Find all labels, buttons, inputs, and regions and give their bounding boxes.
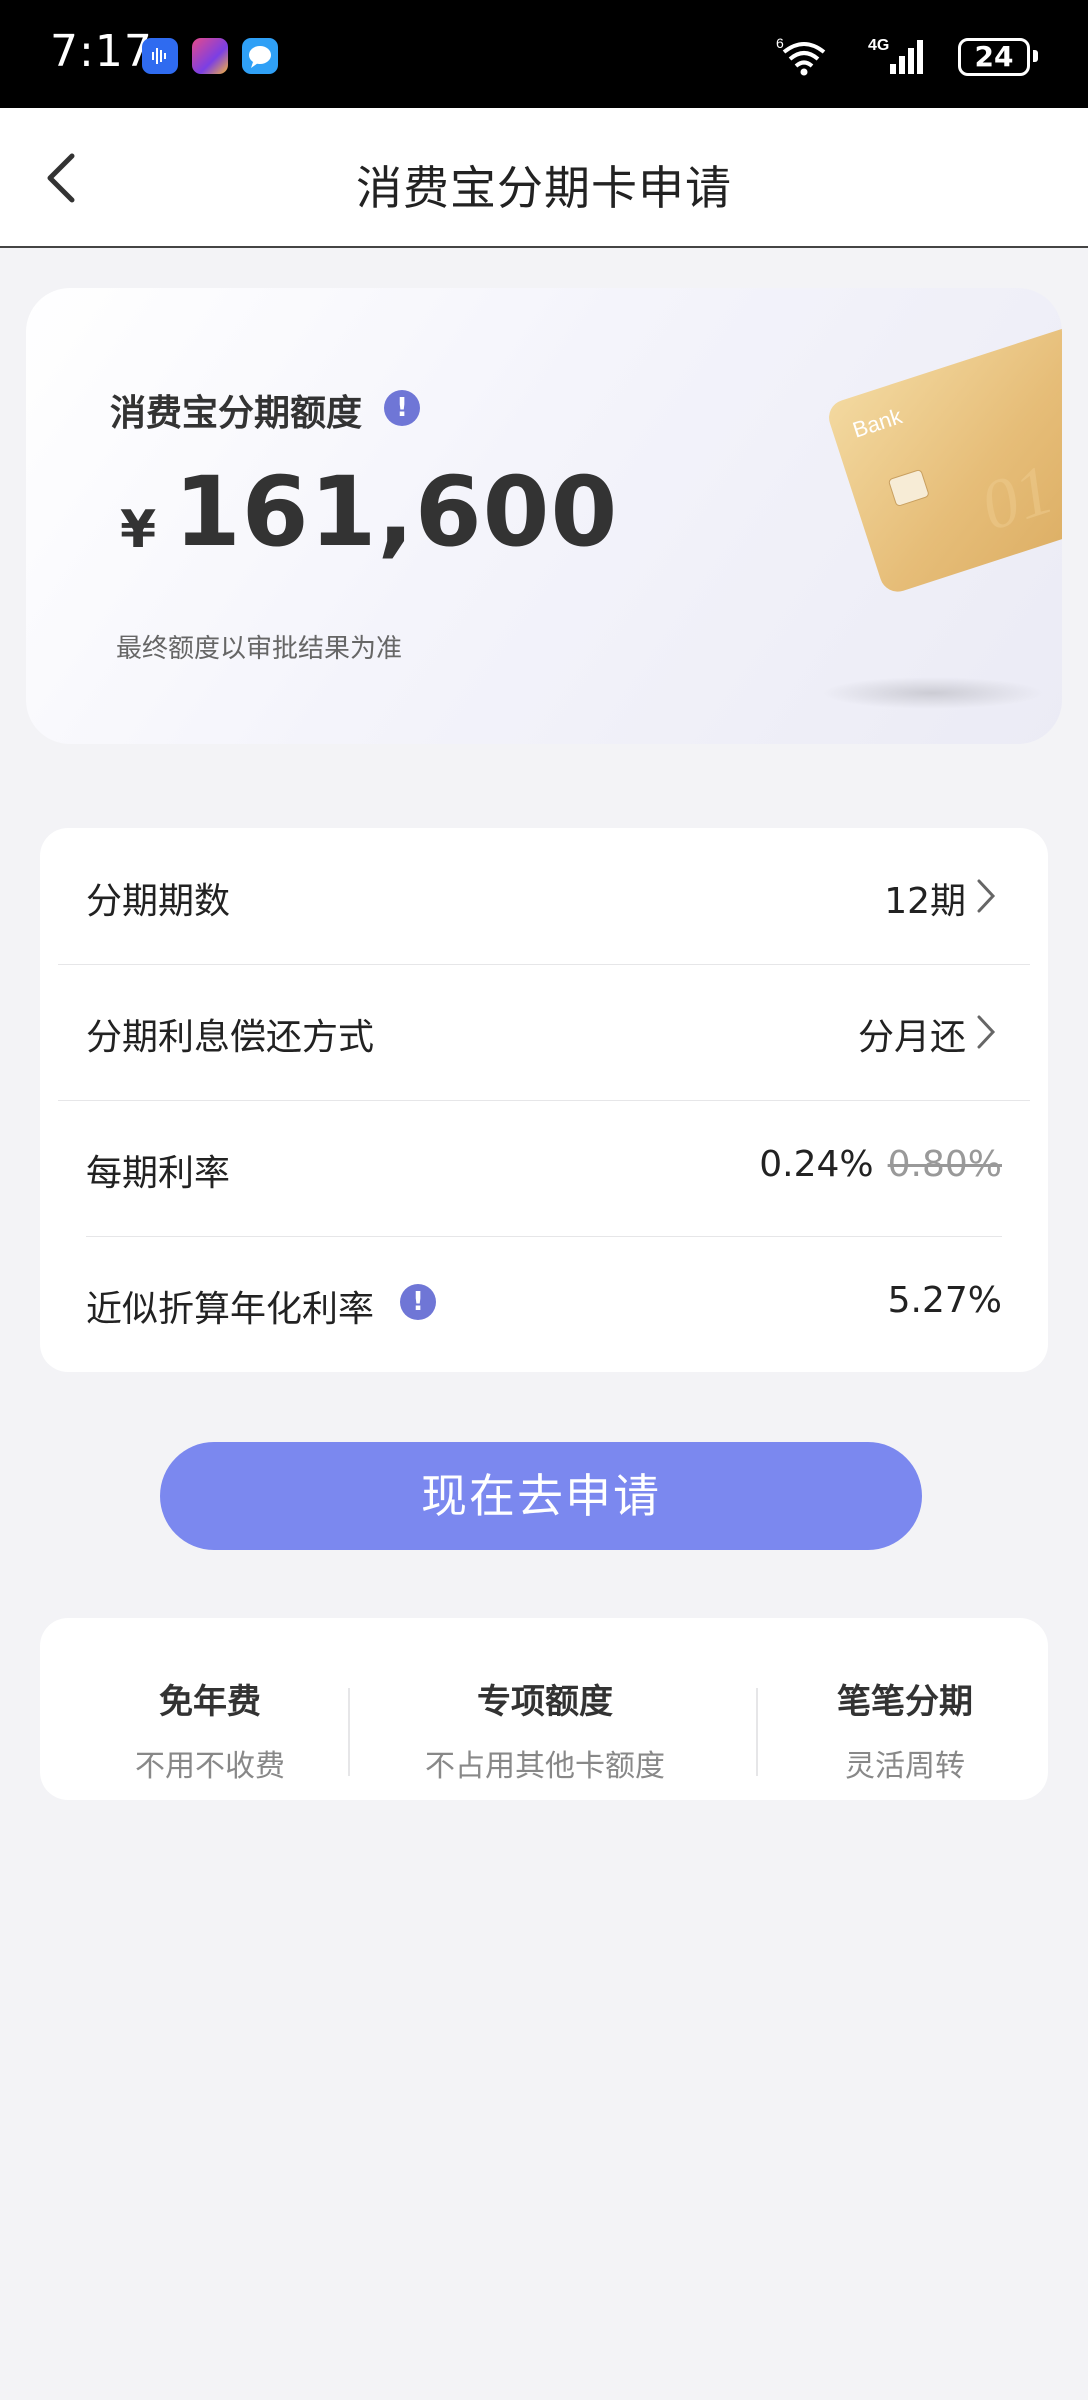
chevron-right-icon (977, 1015, 996, 1049)
info-icon[interactable]: ! (384, 390, 420, 426)
status-bar: 7:17 6 4G 24 (0, 0, 1088, 108)
benefit-item: 专项额度 不占用其他卡额度 (380, 1674, 710, 1785)
credit-card-image: Bank 01 (822, 318, 1062, 709)
row-value: 5.27% (887, 1280, 1002, 1321)
row-label: 近似折算年化利率 (86, 1289, 375, 1330)
status-icons: 6 4G 24 (738, 34, 1038, 78)
nav-bar: 消费宝分期卡申请 (0, 108, 1088, 248)
row-value: 0.24% 0.80% (759, 1144, 1002, 1185)
row-rate-per-period: 每期利率 0.24% 0.80% (40, 1100, 1048, 1236)
message-app-icon (242, 38, 278, 74)
benefits-card: 免年费 不用不收费 专项额度 不占用其他卡额度 笔笔分期 灵活周转 (40, 1618, 1048, 1800)
wifi-superscript: 6 (776, 35, 784, 51)
benefit-title: 免年费 (159, 1682, 261, 1722)
voice-assistant-icon (142, 38, 178, 74)
row-value: 分月还 (857, 1017, 966, 1058)
currency-symbol: ¥ (120, 500, 157, 560)
status-time: 7:17 (50, 26, 153, 77)
benefit-subtitle: 不用不收费 (135, 1749, 285, 1784)
row-label: 分期利息偿还方式 (86, 1017, 375, 1058)
chevron-right-icon (977, 879, 996, 913)
credit-limit-card: 消费宝分期额度 ! ¥ 161,600 最终额度以审批结果为准 Bank 01 (26, 288, 1062, 744)
benefit-item: 笔笔分期 灵活周转 (770, 1674, 1040, 1785)
battery-tip (1033, 50, 1038, 62)
page-title: 消费宝分期卡申请 (356, 161, 732, 215)
signal-icon: 4G (868, 37, 923, 74)
benefit-subtitle: 灵活周转 (845, 1749, 965, 1784)
benefit-subtitle: 不占用其他卡额度 (425, 1749, 665, 1784)
original-rate: 0.80% (887, 1144, 1002, 1185)
row-label: 分期期数 (86, 881, 231, 922)
benefit-title: 笔笔分期 (837, 1682, 973, 1722)
row-installment-count[interactable]: 分期期数 12期 (40, 828, 1048, 964)
row-label: 每期利率 (86, 1153, 231, 1194)
benefit-item: 免年费 不用不收费 (60, 1674, 360, 1785)
row-value: 12期 (884, 881, 966, 922)
credit-limit-amount: 161,600 (174, 456, 619, 568)
credit-limit-note: 最终额度以审批结果为准 (116, 634, 403, 664)
credit-limit-label: 消费宝分期额度 (110, 393, 363, 434)
battery-icon: 24 (958, 38, 1030, 76)
network-type: 4G (868, 37, 889, 54)
benefit-title: 专项额度 (477, 1682, 613, 1722)
apply-now-button[interactable]: 现在去申请 (160, 1442, 922, 1550)
current-rate: 0.24% (759, 1144, 874, 1185)
wifi-icon: 6 (776, 35, 826, 76)
row-repayment-method[interactable]: 分期利息偿还方式 分月还 (40, 964, 1048, 1100)
divider (348, 1688, 350, 1776)
installment-info-card: 分期期数 12期 分期利息偿还方式 分月还 每期利率 0.24% 0.80% 近似… (40, 828, 1048, 1372)
divider (756, 1688, 758, 1776)
info-icon[interactable]: ! (400, 1284, 436, 1320)
row-annual-rate: 近似折算年化利率 ! 5.27% (40, 1236, 1048, 1372)
game-app-icon (192, 38, 228, 74)
